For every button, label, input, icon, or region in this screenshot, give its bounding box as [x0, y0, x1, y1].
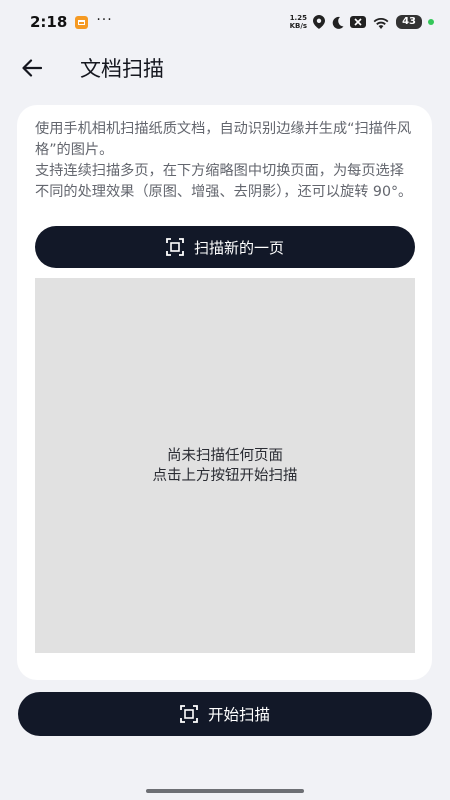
- back-button[interactable]: [12, 48, 52, 88]
- more-notifications-icon: ···: [96, 12, 113, 28]
- description: 使用手机相机扫描纸质文档，自动识别边缘并生成“扫描件风格”的图片。 支持连续扫描…: [35, 119, 414, 203]
- empty-state-title: 尚未扫描任何页面: [167, 447, 283, 464]
- status-left: 2:18 ···: [30, 13, 113, 31]
- net-speed-unit: KB/s: [289, 22, 308, 30]
- status-bar: 2:18 ··· 1.25 KB/s 43: [0, 0, 450, 44]
- screen: 2:18 ··· 1.25 KB/s 43 文档扫描 使用手机相机扫描纸质文档，…: [0, 0, 450, 800]
- scan-frame-icon: [166, 238, 184, 256]
- scan-preview-area: 尚未扫描任何页面 点击上方按钮开始扫描: [35, 278, 415, 653]
- scan-frame-icon: [180, 705, 198, 723]
- description-line-2: 支持连续扫描多页，在下方缩略图中切换页面，为每页选择不同的处理效果（原图、增强、…: [35, 163, 413, 200]
- empty-state-hint: 点击上方按钮开始扫描: [152, 467, 298, 484]
- scan-new-page-label: 扫描新的一页: [193, 238, 284, 257]
- net-speed-value: 1.25: [289, 14, 307, 22]
- page-title: 文档扫描: [80, 57, 164, 81]
- sim-blocked-icon: [350, 16, 367, 28]
- moon-icon: [332, 16, 344, 29]
- description-line-1: 使用手机相机扫描纸质文档，自动识别边缘并生成“扫描件风格”的图片。: [35, 121, 412, 158]
- privacy-dot-icon: [428, 19, 434, 25]
- network-speed: 1.25 KB/s: [290, 14, 307, 30]
- app-header: 文档扫描: [0, 46, 450, 90]
- wifi-icon: [373, 17, 389, 29]
- status-time: 2:18: [30, 13, 68, 31]
- scan-card: 使用手机相机扫描纸质文档，自动识别边缘并生成“扫描件风格”的图片。 支持连续扫描…: [17, 105, 432, 680]
- start-scan-label: 开始扫描: [207, 706, 270, 724]
- home-indicator[interactable]: [146, 789, 304, 793]
- arrow-left-icon: [22, 59, 42, 77]
- location-icon: [313, 15, 326, 29]
- battery-indicator: 43: [396, 15, 422, 29]
- notification-icon: [75, 15, 89, 29]
- scan-new-page-button[interactable]: 扫描新的一页: [35, 226, 415, 268]
- status-right: 1.25 KB/s 43: [290, 14, 434, 30]
- start-scan-button[interactable]: 开始扫描: [18, 692, 432, 736]
